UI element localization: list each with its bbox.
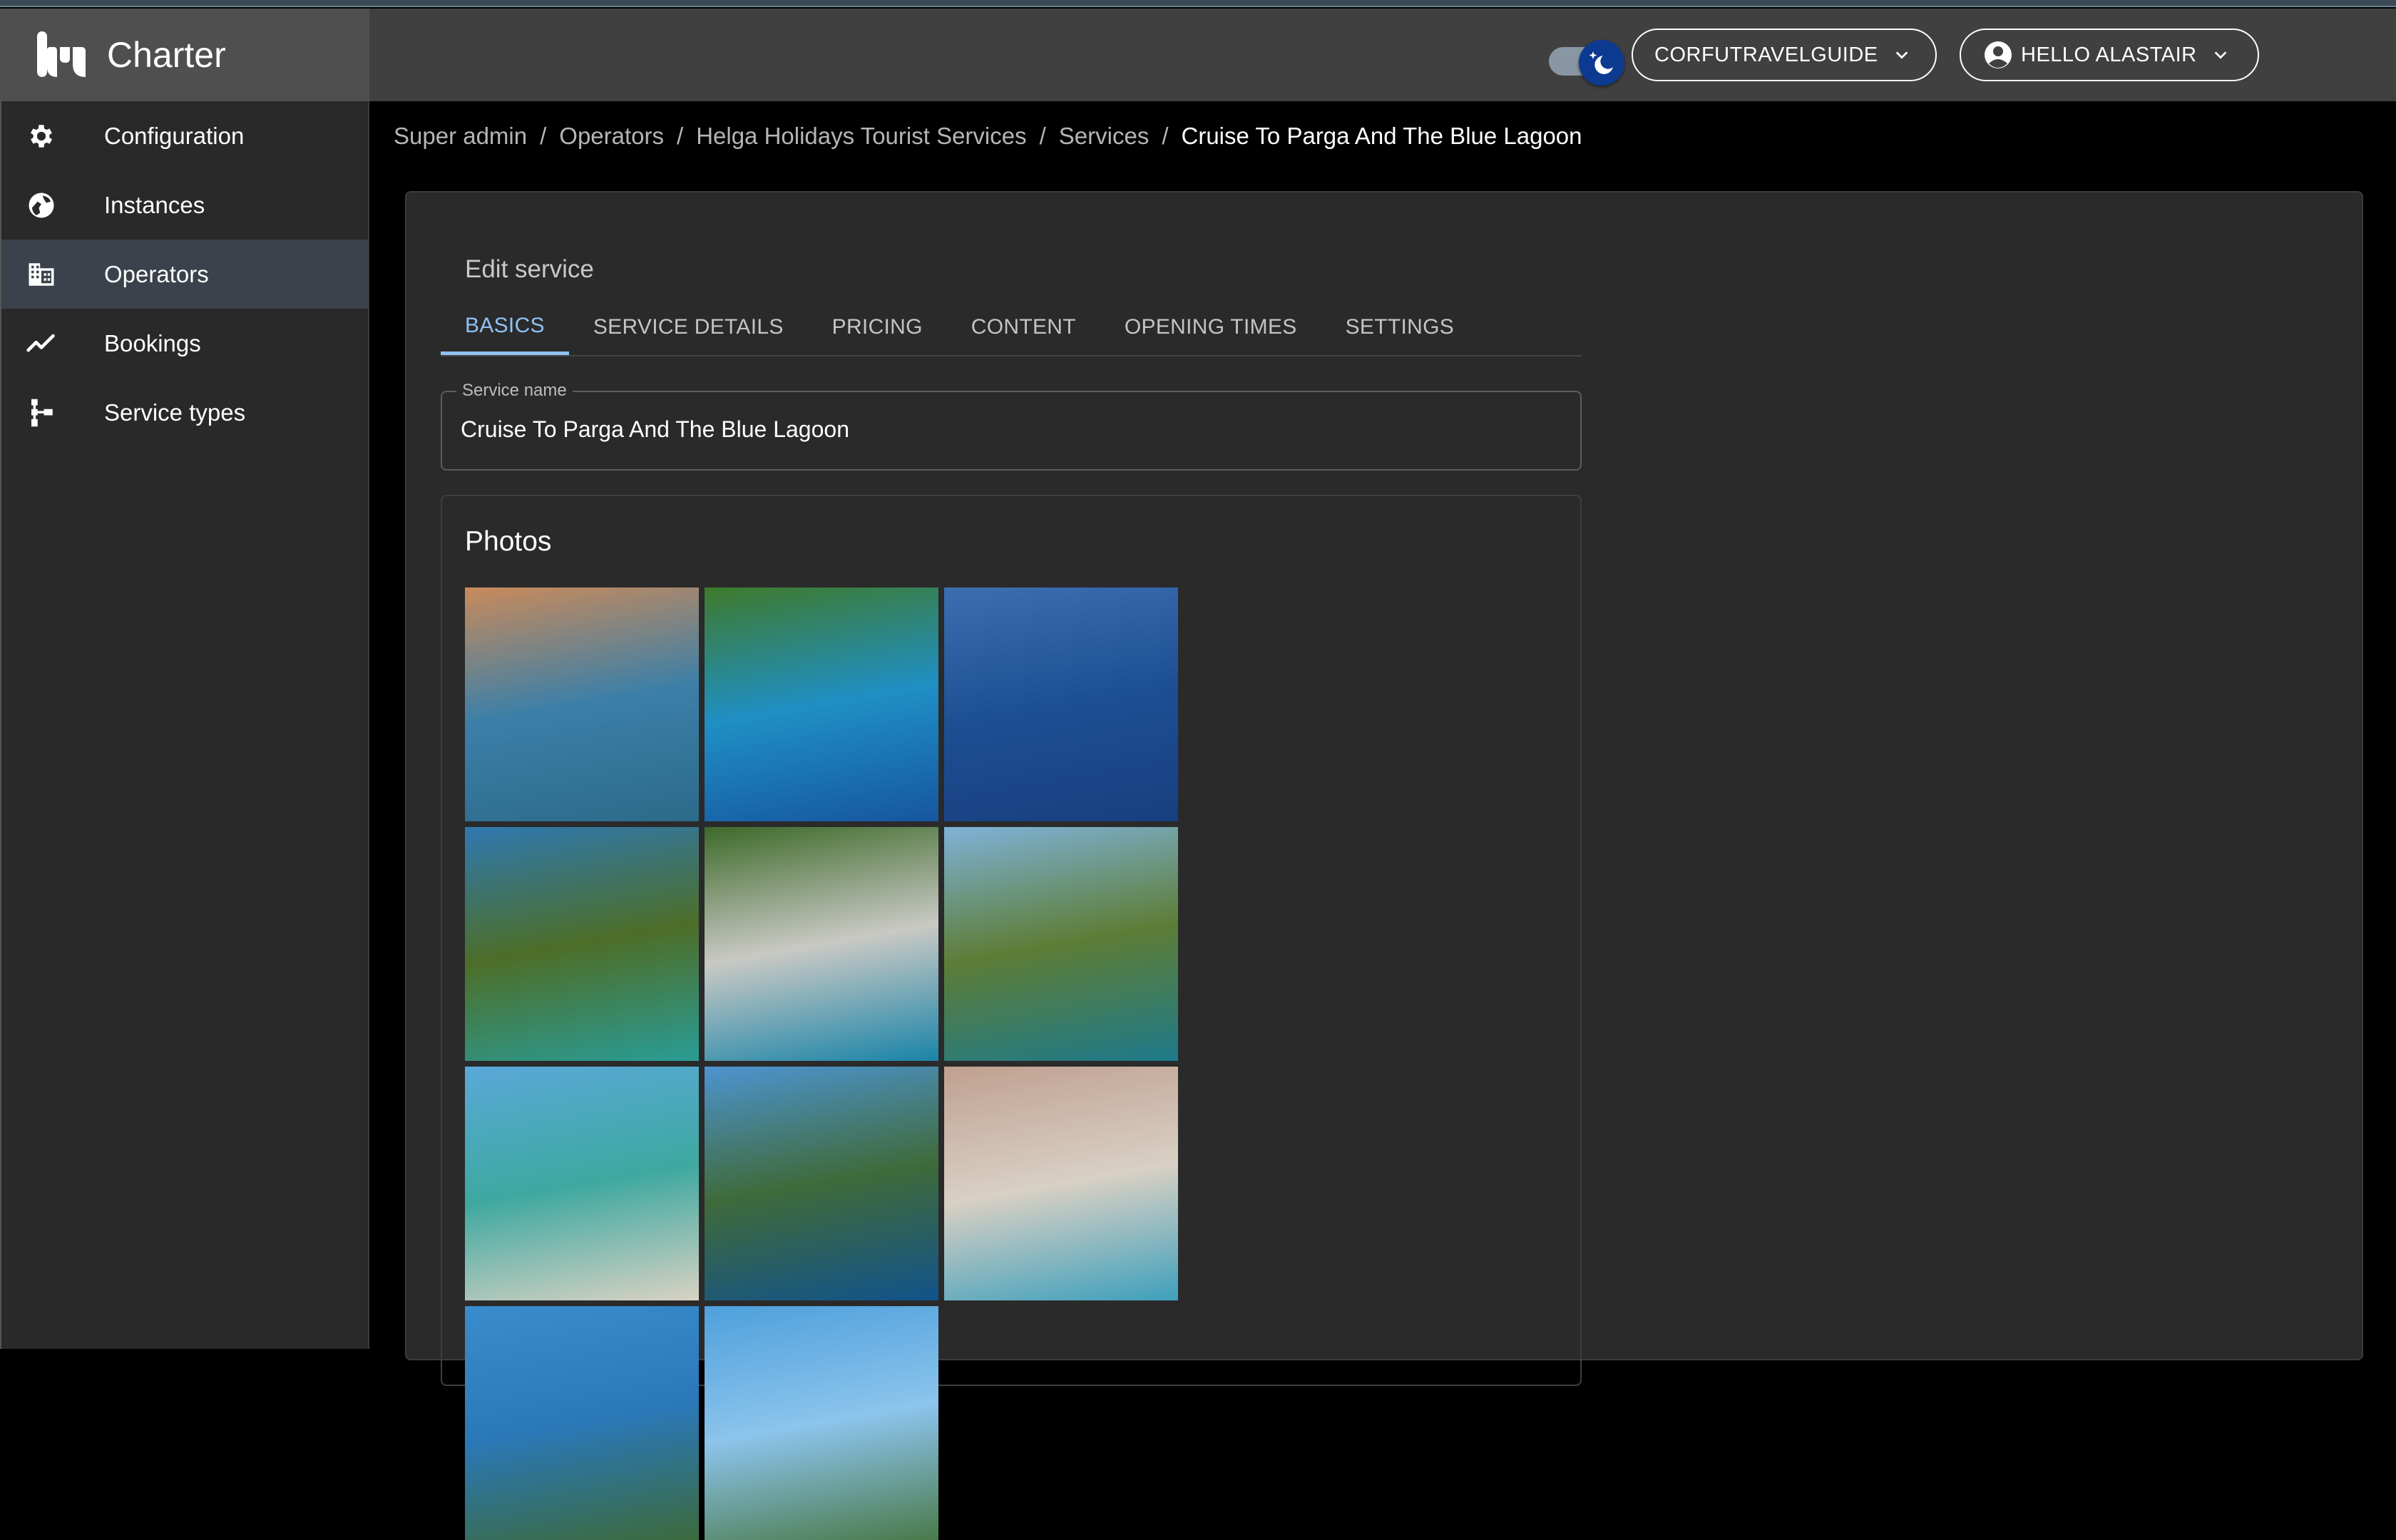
tab-opening-times[interactable]: OPENING TIMES xyxy=(1100,299,1321,355)
breadcrumb-link-operator[interactable]: Helga Holidays Tourist Services xyxy=(696,123,1026,150)
trend-line-icon xyxy=(26,328,57,359)
tab-pricing[interactable]: PRICING xyxy=(808,299,947,355)
moon-icon xyxy=(1589,51,1613,74)
photo-thumbnail[interactable] xyxy=(944,587,1178,821)
account-menu-label: CORFUTRAVELGUIDE xyxy=(1654,43,1878,66)
photo-thumbnail[interactable] xyxy=(944,827,1178,1061)
building-icon xyxy=(26,259,57,290)
globe-icon xyxy=(26,190,57,221)
breadcrumb-separator: / xyxy=(540,123,547,149)
breadcrumb-separator: / xyxy=(1162,123,1169,149)
breadcrumb-link-super-admin[interactable]: Super admin xyxy=(394,123,527,150)
photo-thumbnail[interactable] xyxy=(705,827,938,1061)
sidebar-item-operators[interactable]: Operators xyxy=(1,240,368,309)
tab-service-details[interactable]: SERVICE DETAILS xyxy=(569,299,808,355)
breadcrumb: Super admin / Operators / Helga Holidays… xyxy=(394,123,1582,150)
theme-toggle[interactable] xyxy=(1540,36,1624,86)
breadcrumb-link-services[interactable]: Services xyxy=(1059,123,1150,150)
tab-settings[interactable]: SETTINGS xyxy=(1321,299,1478,355)
account-menu-button[interactable]: CORFUTRAVELGUIDE xyxy=(1632,29,1937,81)
photo-grid xyxy=(465,587,1178,1540)
photo-thumbnail[interactable] xyxy=(705,587,938,821)
brand-logo-icon xyxy=(37,31,86,77)
tab-basics[interactable]: BASICS xyxy=(441,299,569,355)
sidebar-item-instances[interactable]: Instances xyxy=(1,170,368,240)
theme-toggle-thumb xyxy=(1579,40,1624,86)
chevron-down-icon xyxy=(2214,51,2226,59)
sidebar-item-label: Service types xyxy=(104,399,246,426)
chevron-down-icon xyxy=(1895,51,1908,59)
photo-thumbnail[interactable] xyxy=(705,1067,938,1300)
page-title: Edit service xyxy=(465,255,594,283)
breadcrumb-link-operators[interactable]: Operators xyxy=(559,123,664,150)
photo-thumbnail[interactable] xyxy=(465,1306,699,1540)
edit-service-card: Edit service BASICS SERVICE DETAILS PRIC… xyxy=(405,191,2363,1540)
service-name-label: Service name xyxy=(456,381,573,401)
user-menu-label: HELLO ALASTAIR xyxy=(2021,43,2197,66)
gear-icon xyxy=(26,120,57,152)
photo-thumbnail[interactable] xyxy=(465,587,699,821)
photos-title: Photos xyxy=(465,526,552,557)
sidebar: Configuration Instances Operators Bookin… xyxy=(0,101,369,1349)
hierarchy-icon xyxy=(26,397,57,428)
photos-section: Photos xyxy=(441,495,1582,1540)
service-name-input[interactable] xyxy=(461,416,1530,443)
photo-thumbnail[interactable] xyxy=(465,827,699,1061)
user-menu-button[interactable]: HELLO ALASTAIR xyxy=(1960,29,2259,81)
tab-bar: BASICS SERVICE DETAILS PRICING CONTENT O… xyxy=(441,299,1582,356)
photo-thumbnail[interactable] xyxy=(944,1067,1178,1300)
sidebar-item-label: Configuration xyxy=(104,122,245,149)
sidebar-item-bookings[interactable]: Bookings xyxy=(1,309,368,378)
sidebar-item-service-types[interactable]: Service types xyxy=(1,378,368,447)
sidebar-item-label: Instances xyxy=(104,191,205,218)
breadcrumb-current: Cruise To Parga And The Blue Lagoon xyxy=(1181,123,1582,149)
breadcrumb-separator: / xyxy=(1039,123,1046,149)
photo-thumbnail[interactable] xyxy=(705,1306,938,1540)
service-name-field: Service name xyxy=(441,381,1582,471)
brand-name: Charter xyxy=(107,35,226,75)
sidebar-item-label: Operators xyxy=(104,260,209,287)
sidebar-header: Charter xyxy=(0,9,369,101)
sidebar-item-label: Bookings xyxy=(104,329,201,356)
account-circle-icon xyxy=(1985,41,2012,68)
sidebar-item-configuration[interactable]: Configuration xyxy=(1,101,368,170)
breadcrumb-separator: / xyxy=(677,123,684,149)
photo-thumbnail[interactable] xyxy=(465,1067,699,1300)
window-top-strip xyxy=(0,0,2396,7)
tab-content[interactable]: CONTENT xyxy=(947,299,1100,355)
